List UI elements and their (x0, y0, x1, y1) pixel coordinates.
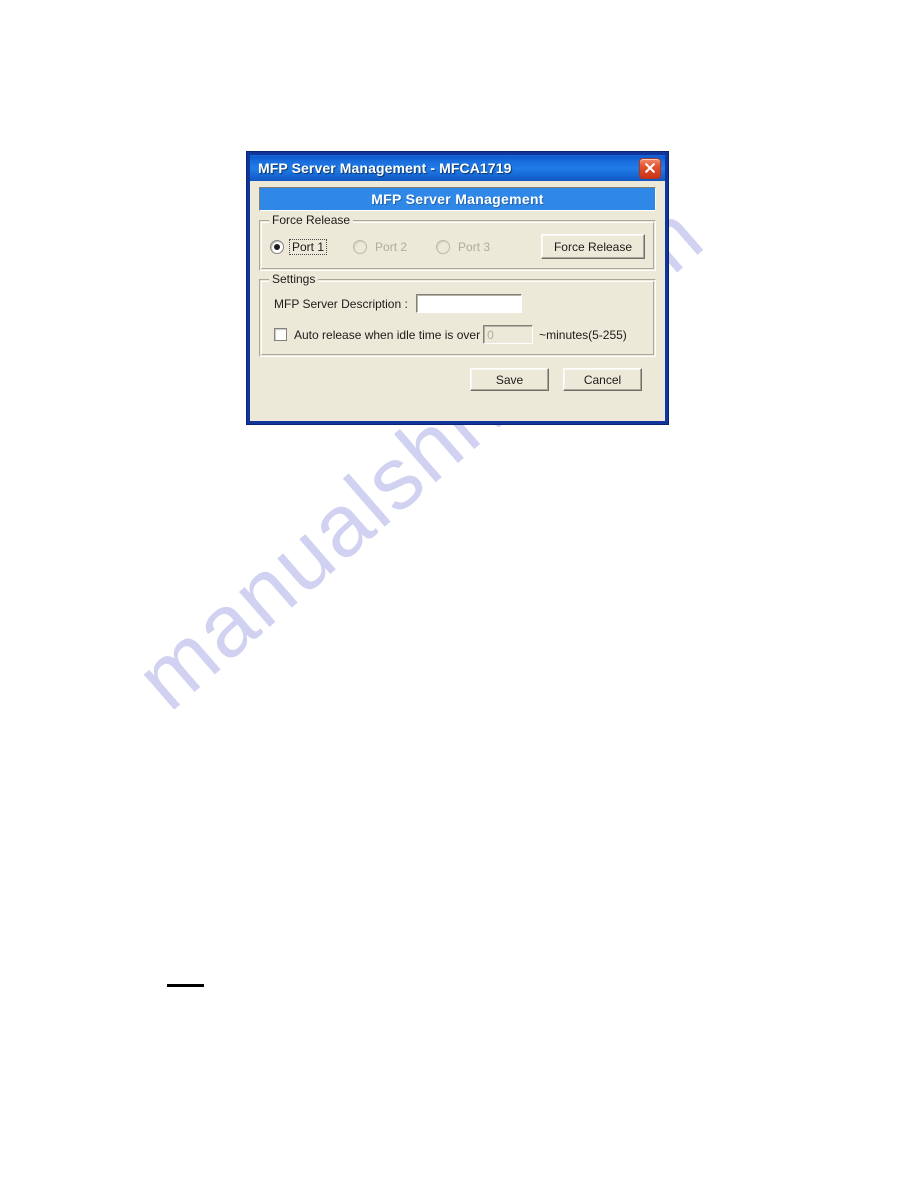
dialog-title: MFP Server Management - MFCA1719 (258, 160, 512, 176)
settings-group: Settings MFP Server Description : Auto r… (259, 272, 656, 357)
auto-release-label: Auto release when idle time is over (294, 327, 481, 342)
force-release-group-content: Port 1 Port 2 Port 3 Force Release (260, 221, 655, 270)
radio-port-1[interactable]: Port 1 (270, 238, 328, 255)
idle-minutes-input[interactable]: 0 (483, 325, 534, 344)
radio-port-2-label: Port 2 (375, 239, 408, 254)
force-release-group-title: Force Release (269, 213, 354, 227)
radio-port-1-label: Port 1 (289, 238, 328, 255)
banner-title: MFP Server Management (371, 191, 544, 207)
minutes-units-label: ~minutes(5-255) (539, 327, 627, 342)
settings-group-title: Settings (269, 272, 319, 286)
radio-port-3-label: Port 3 (458, 239, 491, 254)
description-label: MFP Server Description : (274, 296, 408, 311)
description-input[interactable] (415, 294, 522, 313)
save-button[interactable]: Save (470, 368, 549, 391)
cancel-button[interactable]: Cancel (563, 368, 642, 391)
dialog-footer: Save Cancel (259, 368, 656, 391)
radio-button-icon (436, 239, 451, 254)
auto-release-checkbox[interactable] (274, 328, 287, 341)
radio-button-icon (270, 239, 284, 254)
mfp-server-management-dialog: MFP Server Management - MFCA1719 MFP Ser… (247, 152, 668, 424)
radio-port-2: Port 2 (353, 239, 410, 255)
settings-group-content: MFP Server Description : Auto release wh… (260, 280, 655, 356)
description-field-row: MFP Server Description : (274, 294, 645, 313)
dialog-banner: MFP Server Management (259, 187, 656, 211)
dialog-titlebar[interactable]: MFP Server Management - MFCA1719 (250, 155, 665, 181)
dialog-body: MFP Server Management Force Release Port… (250, 181, 665, 421)
force-release-group: Force Release Port 1 Port 2 Port 3 Force… (259, 213, 656, 271)
radio-button-icon (353, 239, 368, 254)
force-release-button[interactable]: Force Release (541, 234, 645, 259)
page-footnote-rule (167, 984, 204, 987)
close-button[interactable] (639, 157, 661, 179)
auto-release-row: Auto release when idle time is over 0 ~m… (274, 325, 645, 344)
radio-selected-dot-icon (274, 243, 280, 250)
port-radio-group: Port 1 Port 2 Port 3 (270, 238, 541, 255)
radio-port-3: Port 3 (436, 239, 493, 255)
